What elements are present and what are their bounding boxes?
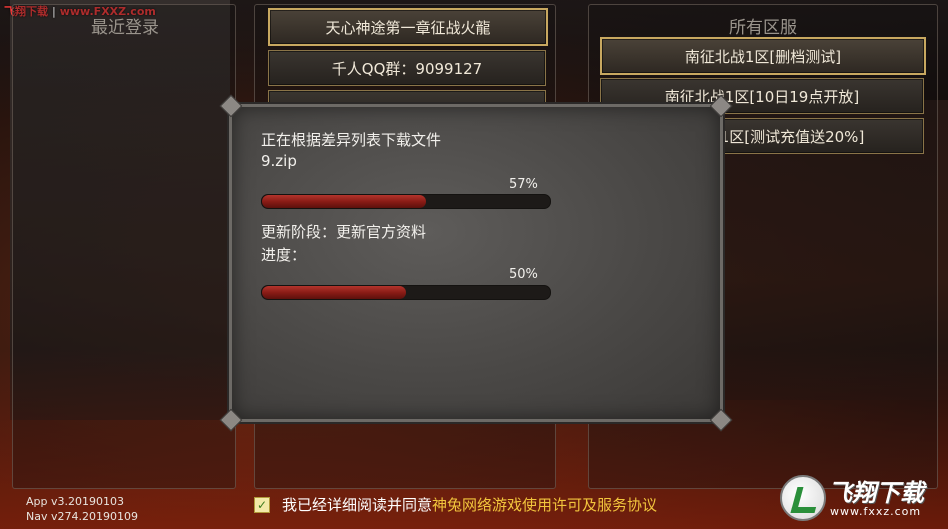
file-progress-bar — [261, 194, 551, 209]
agreement-text: 我已经详细阅读并同意 — [282, 496, 433, 514]
recent-login-panel: 最近登录 — [12, 4, 236, 489]
agreement-row: ✓ 我已经详细阅读并同意神兔网络游戏使用许可及服务协议 — [254, 494, 657, 515]
announcement-item-qq-group[interactable]: 千人QQ群：9099127 — [268, 50, 546, 86]
download-file-name: 9.zip — [261, 152, 297, 170]
overall-progress-label: 进度： — [261, 246, 307, 264]
overall-progress-fill — [262, 286, 406, 299]
file-progress-fill — [262, 195, 427, 208]
update-progress-dialog: 正在根据差异列表下载文件 9.zip 57% 更新阶段：更新官方资料 进度： 5… — [219, 94, 733, 432]
download-status-text: 正在根据差异列表下载文件 — [261, 131, 442, 149]
site-logo: 飞翔下载 www.fxxz.com — [780, 473, 942, 523]
logo-icon — [780, 475, 826, 521]
logo-name: 飞翔下载 — [828, 479, 924, 507]
overall-progress-bar — [261, 285, 551, 300]
update-stage-text: 更新阶段：更新官方资料 — [261, 223, 427, 241]
app-version: App v3.20190103 — [26, 495, 124, 508]
file-progress-percent: 57% — [509, 177, 538, 192]
agreement-checkbox[interactable]: ✓ — [254, 496, 270, 513]
recent-login-title: 最近登录 — [91, 18, 159, 38]
nav-version: Nav v274.20190109 — [26, 510, 138, 523]
logo-url: www.fxxz.com — [830, 505, 922, 518]
overall-progress-percent: 50% — [509, 267, 538, 282]
server-list-title: 所有区服 — [729, 18, 797, 38]
announcement-item-title[interactable]: 天心神途第一章征战火龍 — [268, 8, 548, 46]
version-info: App v3.20190103 Nav v274.20190109 — [26, 494, 138, 524]
agreement-link[interactable]: 神兔网络游戏使用许可及服务协议 — [432, 496, 657, 514]
server-item-1[interactable]: 南征北战1区[删档测试] — [600, 37, 926, 75]
